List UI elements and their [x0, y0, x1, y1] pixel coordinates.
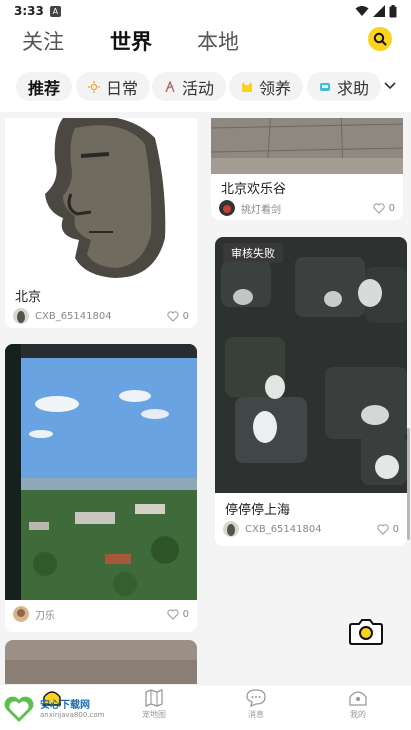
search-button[interactable]	[368, 27, 392, 51]
heart-icon	[167, 608, 179, 620]
avatar	[13, 308, 29, 324]
battery-icon	[389, 4, 397, 17]
help-icon	[320, 82, 330, 91]
post-meta: CXB_65141804 0	[223, 521, 399, 537]
post-image	[5, 640, 197, 684]
profile-icon	[349, 691, 367, 706]
heart-logo-icon	[4, 696, 34, 722]
watermark-url: anxinjava800.com	[40, 710, 105, 719]
wifi-icon	[355, 6, 369, 16]
message-icon	[246, 689, 266, 707]
map-icon	[145, 689, 163, 707]
post-card[interactable]: 北京 CXB_65141804 0	[5, 118, 197, 328]
like-button[interactable]: 0	[167, 609, 189, 620]
nav-messages[interactable]: 消息	[226, 689, 286, 720]
post-meta: 挑灯看剑 0	[219, 200, 395, 216]
like-count: 0	[388, 202, 395, 214]
chip-daily[interactable]: 日常	[76, 72, 151, 101]
post-title: 北京	[15, 290, 42, 305]
post-image	[5, 118, 197, 280]
like-button[interactable]: 0	[167, 311, 189, 322]
tab-following[interactable]: 关注	[22, 26, 64, 56]
nav-profile[interactable]: 我的	[328, 689, 388, 720]
heart-icon	[373, 202, 385, 214]
top-tabs: 关注 世界 本地	[0, 22, 411, 62]
status-bar: 3:33 A	[0, 0, 411, 22]
avatar	[13, 606, 29, 622]
sun-icon	[88, 80, 100, 93]
category-bar: 推荐 日常 活动 领养 求助	[0, 62, 411, 112]
post-image	[5, 344, 197, 600]
status-time: 3:33	[14, 4, 44, 18]
post-meta: 刀乐 0	[13, 606, 189, 622]
watermark-name: 安心下载网	[40, 699, 90, 711]
post-title: 北京欢乐谷	[221, 182, 287, 197]
watermark: 安心下载网 anxinjava800.com	[2, 694, 104, 724]
tab-world[interactable]: 世界	[110, 26, 152, 56]
avatar	[223, 521, 239, 537]
post-card[interactable]	[5, 640, 197, 684]
heart-icon	[167, 310, 179, 322]
app-screen: 3:33 A 关注 世界 本地 推荐 日常 活动 领养 求助 北京 CXB_65…	[0, 0, 411, 730]
like-button[interactable]: 0	[373, 203, 395, 214]
like-count: 0	[182, 310, 189, 322]
like-button[interactable]: 0	[377, 524, 399, 535]
post-card[interactable]: 审核失败 停停停上海 CXB_65141804 0	[215, 237, 407, 546]
scrollbar[interactable]	[407, 428, 410, 540]
chip-help[interactable]: 求助	[307, 72, 382, 101]
notification-icon: A	[49, 5, 61, 17]
post-author: 刀乐	[35, 610, 55, 622]
post-author: CXB_65141804	[245, 523, 322, 535]
post-author: 挑灯看剑	[241, 204, 281, 216]
like-count: 0	[392, 523, 399, 535]
chip-recommend[interactable]: 推荐	[16, 72, 73, 101]
chip-activity[interactable]: 活动	[152, 72, 227, 101]
post-author: CXB_65141804	[35, 310, 112, 322]
avatar	[219, 200, 235, 216]
flag-icon	[165, 80, 175, 92]
status-icons	[355, 4, 397, 18]
chevron-down-icon[interactable]	[383, 78, 397, 92]
camera-icon[interactable]	[349, 617, 383, 645]
post-meta: CXB_65141804 0	[13, 308, 189, 324]
post-title: 停停停上海	[225, 503, 291, 518]
post-card[interactable]: 刀乐 0	[5, 344, 197, 632]
cat-icon	[242, 81, 252, 92]
tab-local[interactable]: 本地	[197, 26, 239, 56]
post-card[interactable]: 北京欢乐谷 挑灯看剑 0	[211, 118, 403, 220]
heart-icon	[377, 523, 389, 535]
search-icon	[373, 32, 387, 46]
feed-grid: 北京 CXB_65141804 0 刀乐 0 北京欢乐谷 挑灯看剑 0 审核失败…	[0, 118, 411, 684]
post-image	[211, 118, 403, 174]
review-failed-badge: 审核失败	[223, 243, 283, 263]
nav-pet-map[interactable]: 宠地图	[124, 689, 184, 720]
post-image	[215, 237, 407, 493]
chip-adopt[interactable]: 领养	[229, 72, 304, 101]
signal-icon	[373, 5, 385, 17]
like-count: 0	[182, 608, 189, 620]
